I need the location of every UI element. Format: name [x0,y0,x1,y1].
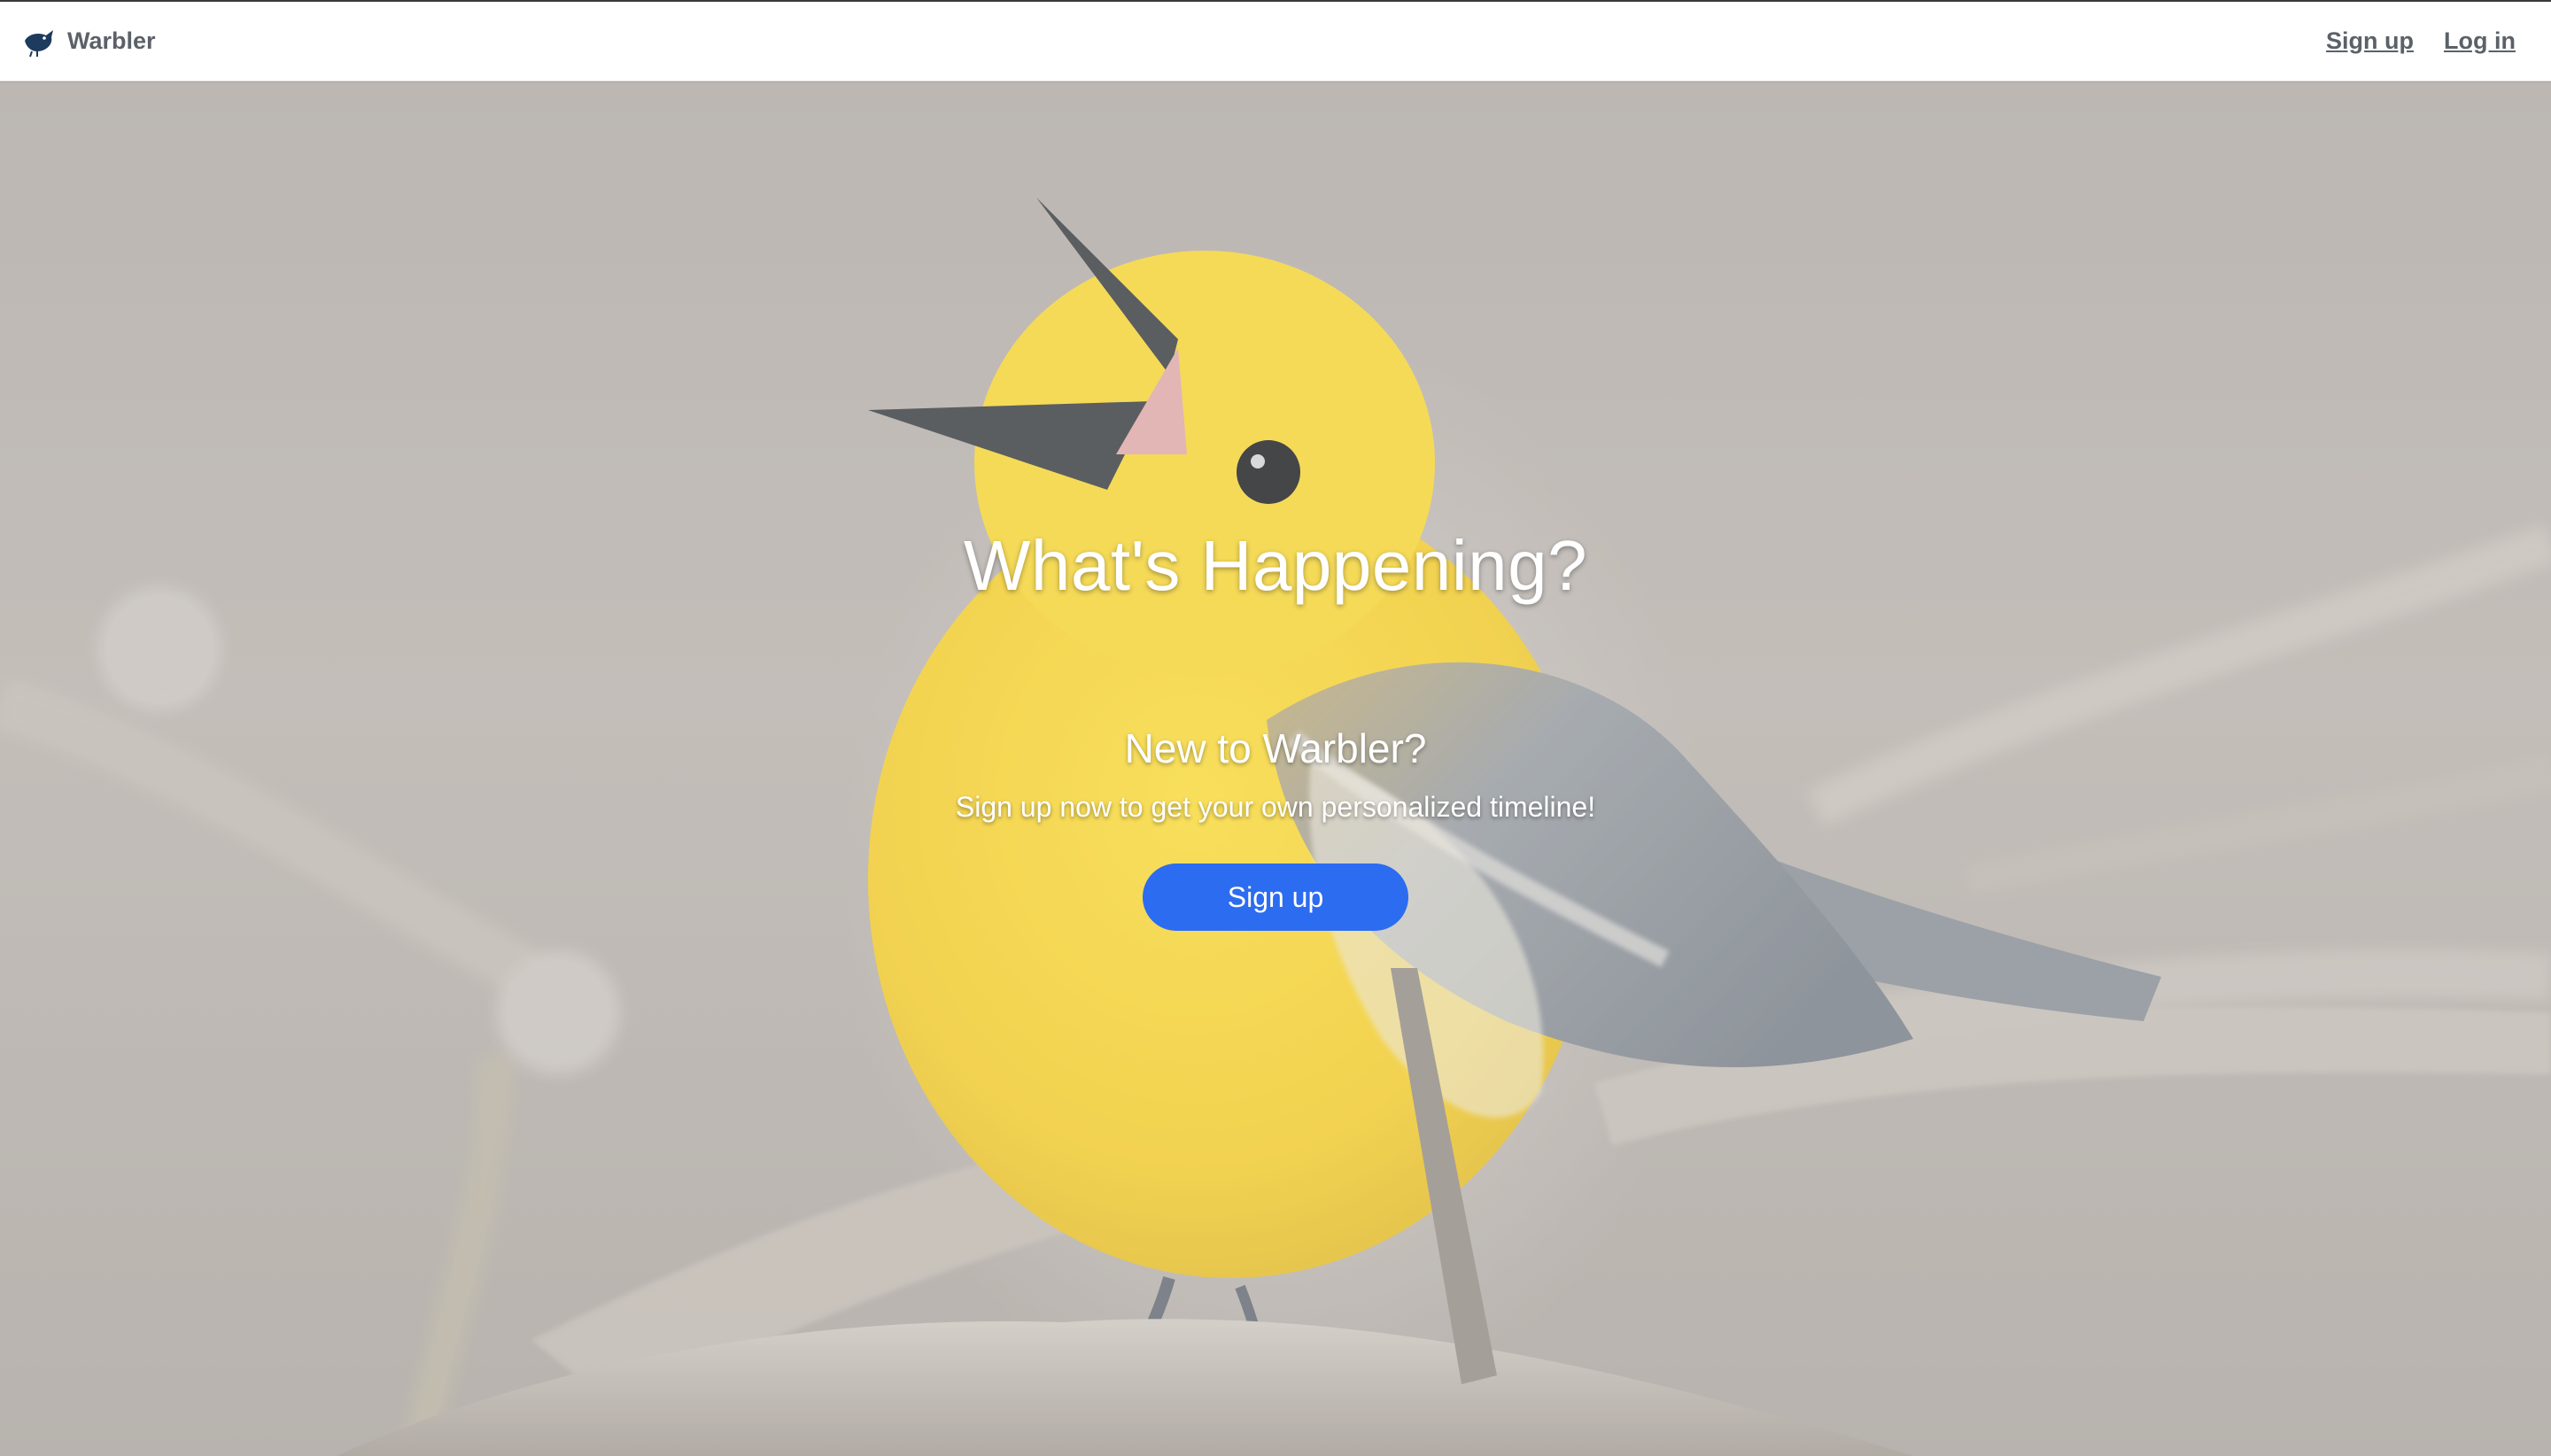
hero-content: What's Happening? New to Warbler? Sign u… [0,82,2551,1456]
brand-link[interactable]: Warbler [19,23,156,60]
hero-tagline: Sign up now to get your own personalized… [955,791,1596,823]
signup-link[interactable]: Sign up [2326,27,2414,55]
warbler-logo-icon [25,29,53,57]
top-navbar: Warbler Sign up Log in [0,2,2551,81]
nav-links: Sign up Log in [2326,27,2516,55]
login-link[interactable]: Log in [2444,27,2516,55]
hero-subheading: New to Warbler? [1124,725,1427,771]
hero-headline: What's Happening? [963,526,1588,605]
brand-name: Warbler [67,27,156,54]
hero-section: What's Happening? New to Warbler? Sign u… [0,82,2551,1456]
signup-cta-button[interactable]: Sign up [1143,864,1408,931]
